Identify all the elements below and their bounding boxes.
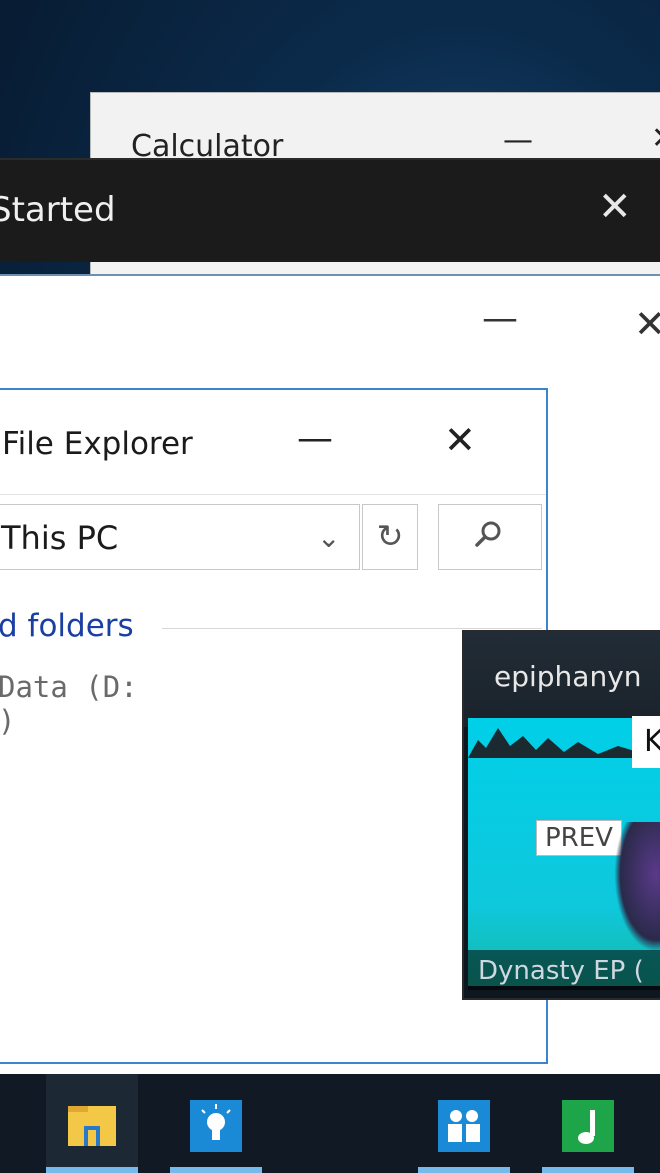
taskbar <box>0 1074 660 1173</box>
taskbar-music[interactable] <box>542 1074 634 1173</box>
prev-button[interactable]: PREV <box>536 820 622 856</box>
taskbar-indicator <box>542 1167 634 1173</box>
media-artist: epiphanyn <box>494 660 642 693</box>
lightbulb-icon <box>190 1100 242 1152</box>
artwork-figure <box>614 822 660 952</box>
taskbar-active-indicator <box>46 1167 138 1173</box>
file-explorer-titlebar[interactable]: File Explorer — ✕ <box>0 390 546 495</box>
taskbar-tips[interactable] <box>170 1074 262 1173</box>
media-caption: Dynasty EP ( <box>478 956 644 986</box>
calculator-minimize-button[interactable]: — <box>503 123 533 158</box>
search-icon <box>475 521 501 547</box>
get-started-title: Started <box>0 190 116 230</box>
drive-item-data[interactable]: Data (D: ) <box>0 670 138 738</box>
taskbar-people[interactable] <box>418 1074 510 1173</box>
taskbar-file-explorer[interactable] <box>46 1074 138 1173</box>
background-minimize-button[interactable]: — <box>482 298 518 339</box>
people-icon <box>438 1100 490 1152</box>
file-explorer-close-button[interactable]: ✕ <box>444 418 476 462</box>
refresh-button[interactable]: ↻ <box>362 504 418 570</box>
background-close-button[interactable]: ✕ <box>634 302 660 346</box>
drive-label: Data (D: <box>0 670 138 704</box>
file-explorer-title: File Explorer <box>2 426 193 462</box>
refresh-icon: ↻ <box>376 517 404 555</box>
get-started-close-button[interactable]: ✕ <box>598 184 632 230</box>
file-explorer-minimize-button[interactable]: — <box>297 418 333 459</box>
music-note-icon <box>562 1100 614 1152</box>
taskbar-indicator <box>170 1167 262 1173</box>
calculator-close-button[interactable]: ✕ <box>651 121 660 156</box>
folder-icon <box>68 1106 116 1146</box>
taskbar-indicator <box>418 1167 510 1173</box>
address-bar[interactable]: This PC ⌄ <box>0 504 360 570</box>
search-button[interactable] <box>438 504 542 570</box>
k-label: K <box>632 716 660 768</box>
section-header-folders: d folders <box>0 608 134 644</box>
media-thumbnail[interactable]: epiphanyn K PREV Dynasty EP ( <box>462 630 660 1000</box>
address-text: This PC <box>1 519 119 557</box>
chevron-down-icon[interactable]: ⌄ <box>317 521 340 554</box>
section-divider <box>162 628 542 629</box>
get-started-window[interactable]: Started ✕ <box>0 158 660 262</box>
drive-label-cont: ) <box>0 704 138 738</box>
